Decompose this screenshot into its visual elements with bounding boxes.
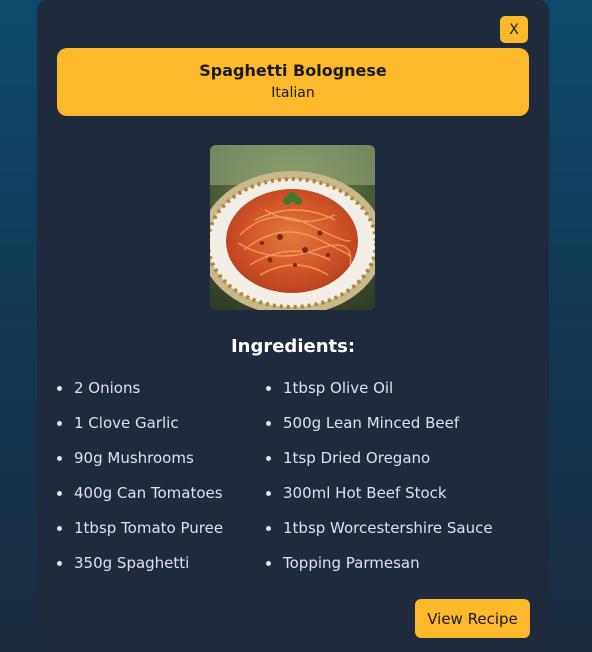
ingredient-item: 300ml Hot Beef Stock xyxy=(266,484,493,519)
ingredients-list-left: 2 Onions 1 Clove Garlic 90g Mushrooms 40… xyxy=(57,379,223,589)
ingredient-item: 1tbsp Tomato Puree xyxy=(57,519,223,554)
view-recipe-button[interactable]: View Recipe xyxy=(415,599,530,638)
recipe-header: Spaghetti Bolognese Italian xyxy=(57,48,529,116)
ingredient-item: 500g Lean Minced Beef xyxy=(266,414,493,449)
ingredient-item: 1tbsp Worcestershire Sauce xyxy=(266,519,493,554)
ingredient-item: 1tbsp Olive Oil xyxy=(266,379,493,414)
recipe-modal: X Spaghetti Bolognese Italian Ingredient… xyxy=(37,0,549,652)
ingredient-item: 350g Spaghetti xyxy=(57,554,223,589)
recipe-title: Spaghetti Bolognese xyxy=(199,61,387,80)
ingredient-item: 2 Onions xyxy=(57,379,223,414)
ingredient-item: 90g Mushrooms xyxy=(57,449,223,484)
ingredient-item: 1tsp Dried Oregano xyxy=(266,449,493,484)
recipe-cuisine: Italian xyxy=(271,85,315,101)
recipe-photo xyxy=(210,145,375,310)
ingredient-item: 1 Clove Garlic xyxy=(57,414,223,449)
ingredient-item: Topping Parmesan xyxy=(266,554,493,589)
ingredients-list-right: 1tbsp Olive Oil 500g Lean Minced Beef 1t… xyxy=(266,379,493,589)
close-button[interactable]: X xyxy=(500,16,528,43)
ingredient-item: 400g Can Tomatoes xyxy=(57,484,223,519)
ingredients-heading: Ingredients: xyxy=(230,336,356,357)
